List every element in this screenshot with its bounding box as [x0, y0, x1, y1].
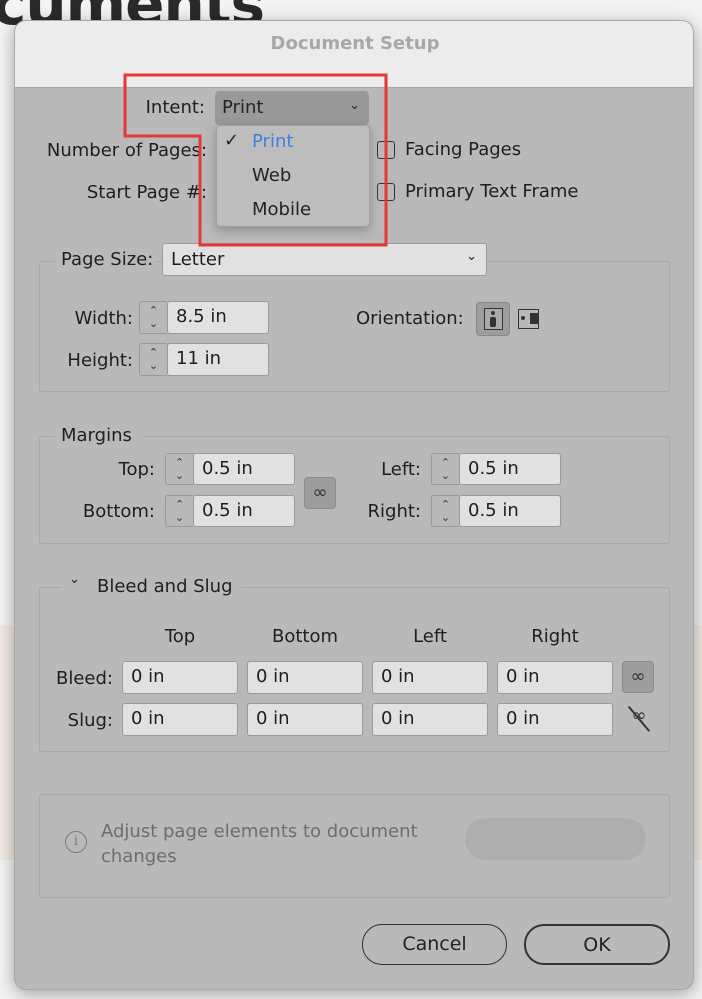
- margin-top-stepper[interactable]: ⌃ ⌄: [165, 453, 193, 485]
- checkmark-icon: ✓: [224, 130, 240, 151]
- chevron-down-icon: ⌄: [466, 249, 477, 264]
- intent-value: Print: [222, 97, 264, 118]
- slug-top-input[interactable]: 0 in: [122, 703, 238, 736]
- margin-bottom-stepper[interactable]: ⌃ ⌄: [165, 495, 193, 527]
- intent-menu: ✓ Print Web Mobile: [216, 125, 370, 227]
- height-input[interactable]: 11 in: [167, 343, 269, 376]
- margin-right-label: Right:: [367, 501, 421, 522]
- adjust-text: Adjust page elements to document changes: [101, 821, 418, 867]
- dialog-title: Document Setup: [15, 21, 693, 88]
- height-label: Height:: [67, 350, 133, 371]
- portrait-icon: [484, 308, 503, 330]
- bleed-slug-legend[interactable]: Bleed and Slug: [97, 576, 233, 597]
- bleed-label: Bleed:: [56, 668, 113, 689]
- intent-option-mobile[interactable]: Mobile: [252, 199, 311, 220]
- margin-bottom-input[interactable]: 0.5 in: [193, 495, 295, 527]
- primary-text-frame-checkbox[interactable]: [377, 183, 395, 201]
- intent-option-web[interactable]: Web: [252, 165, 291, 186]
- bleed-right-input[interactable]: 0 in: [497, 661, 613, 694]
- cancel-button[interactable]: Cancel: [362, 924, 507, 965]
- page-size-value: Letter: [171, 249, 225, 270]
- slug-bottom-input[interactable]: 0 in: [247, 703, 363, 736]
- adjust-layout-button[interactable]: [465, 818, 646, 860]
- page-size-group: [39, 261, 670, 392]
- width-stepper[interactable]: ⌃ ⌄: [139, 301, 167, 334]
- chevron-down-icon: ⌄: [349, 98, 360, 113]
- margins-group: [39, 436, 670, 544]
- margin-right-input[interactable]: 0.5 in: [459, 495, 561, 527]
- portrait-orientation-button[interactable]: [476, 302, 510, 336]
- primary-text-frame-label: Primary Text Frame: [405, 181, 579, 202]
- ok-button[interactable]: OK: [524, 924, 670, 965]
- column-header: Bottom: [271, 626, 339, 647]
- chevron-down-icon[interactable]: ⌄: [69, 572, 80, 587]
- margins-legend: Margins: [61, 425, 132, 446]
- slug-right-input[interactable]: 0 in: [497, 703, 613, 736]
- slug-left-input[interactable]: 0 in: [372, 703, 488, 736]
- width-input[interactable]: 8.5 in: [167, 301, 269, 334]
- bleed-left-input[interactable]: 0 in: [372, 661, 488, 694]
- margin-right-stepper[interactable]: ⌃ ⌄: [431, 495, 459, 527]
- margin-left-stepper[interactable]: ⌃ ⌄: [431, 453, 459, 485]
- column-header: Right: [531, 626, 579, 647]
- info-icon: i: [65, 831, 87, 853]
- column-header: Top: [164, 626, 196, 647]
- margin-left-input[interactable]: 0.5 in: [459, 453, 561, 485]
- margin-top-label: Top:: [118, 459, 155, 480]
- page-size-label: Page Size:: [61, 249, 154, 270]
- facing-pages-label: Facing Pages: [405, 139, 522, 160]
- facing-pages-checkbox[interactable]: [377, 141, 395, 159]
- number-of-pages-label: Number of Pages:: [46, 140, 207, 161]
- slug-label: Slug:: [67, 710, 113, 731]
- margin-left-label: Left:: [381, 459, 421, 480]
- intent-dropdown[interactable]: Print ⌄: [215, 91, 369, 125]
- width-label: Width:: [74, 308, 133, 329]
- start-page-label: Start Page #:: [86, 182, 207, 203]
- slug-unlink-icon[interactable]: ∞: [626, 705, 652, 733]
- column-header: Left: [413, 626, 447, 647]
- bleed-top-input[interactable]: 0 in: [122, 661, 238, 694]
- page-size-dropdown[interactable]: Letter ⌄: [162, 243, 487, 276]
- intent-label: Intent:: [145, 97, 205, 118]
- margins-link-icon[interactable]: ∞: [304, 477, 336, 509]
- bleed-bottom-input[interactable]: 0 in: [247, 661, 363, 694]
- margin-bottom-label: Bottom:: [82, 501, 155, 522]
- landscape-orientation-button[interactable]: [518, 309, 539, 329]
- intent-option-print[interactable]: Print: [252, 131, 293, 152]
- bleed-link-icon[interactable]: ∞: [622, 661, 654, 693]
- orientation-label: Orientation:: [356, 308, 464, 329]
- document-setup-dialog: Document Setup Intent: Print ⌄ Number of…: [14, 20, 694, 990]
- height-stepper[interactable]: ⌃ ⌄: [139, 343, 167, 376]
- margin-top-input[interactable]: 0.5 in: [193, 453, 295, 485]
